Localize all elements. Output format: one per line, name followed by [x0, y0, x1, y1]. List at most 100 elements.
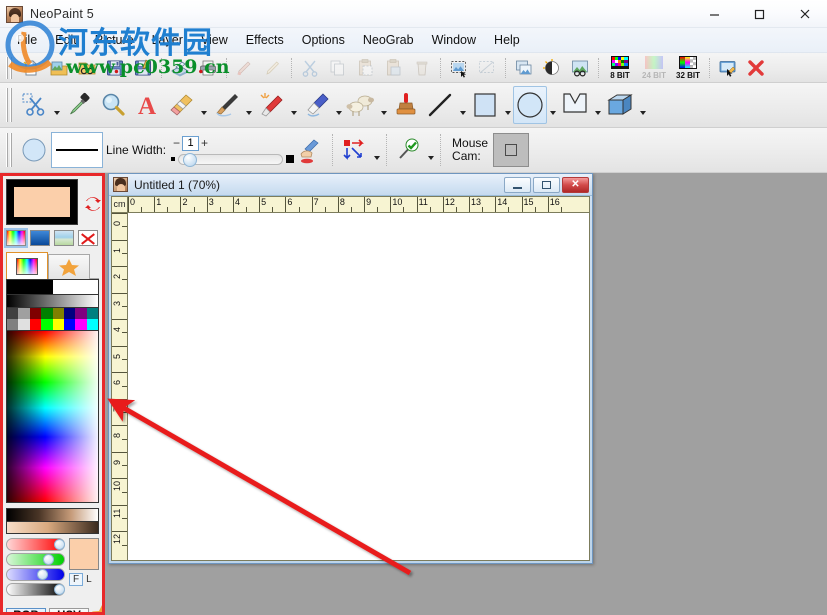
menu-window[interactable]: Window — [423, 30, 485, 51]
ellipse-tool-icon[interactable] — [513, 86, 547, 124]
menu-file[interactable]: File — [8, 30, 46, 51]
line-width-spinner[interactable]: − 1 + — [171, 135, 294, 151]
foreground-toggle[interactable]: F — [69, 573, 84, 586]
save-icon[interactable] — [101, 55, 129, 81]
line-width-decrement[interactable]: − — [171, 136, 182, 150]
shade-ramp-light[interactable] — [6, 508, 99, 522]
32bit-color-icon[interactable]: 32 BIT — [671, 55, 705, 81]
tab-favorites[interactable] — [48, 254, 90, 279]
menu-help[interactable]: Help — [485, 30, 529, 51]
document-close-button[interactable]: ✕ — [562, 176, 589, 193]
line-tool-icon[interactable] — [423, 86, 457, 124]
line-style-preview[interactable] — [51, 132, 103, 168]
chevron-down-icon[interactable] — [592, 86, 603, 124]
tab-color-picker[interactable] — [6, 252, 48, 279]
document-titlebar[interactable]: Untitled 1 (70%) ✕ — [109, 174, 592, 196]
brightness-contrast-icon[interactable] — [538, 55, 566, 81]
paint-roller-icon[interactable] — [299, 86, 333, 124]
menu-layer[interactable]: Layer — [143, 30, 192, 51]
swap-colors-icon[interactable] — [84, 195, 102, 217]
menu-edit[interactable]: Edit — [46, 30, 86, 51]
print-icon[interactable] — [194, 55, 222, 81]
minimize-button[interactable] — [692, 0, 737, 28]
paintbrush-icon[interactable] — [209, 86, 243, 124]
fill-mode-none[interactable] — [78, 230, 98, 246]
polygon-tool-icon[interactable] — [558, 86, 592, 124]
paste-icon[interactable] — [352, 55, 380, 81]
line-width-increment[interactable]: + — [199, 136, 210, 150]
palette-swatch-0-2[interactable] — [29, 308, 42, 319]
menu-effects[interactable]: Effects — [237, 30, 293, 51]
palette-swatch-0-0[interactable] — [7, 308, 19, 319]
menu-picture[interactable]: Picture — [86, 30, 143, 51]
screen-capture-icon[interactable] — [714, 55, 742, 81]
chevron-down-icon[interactable] — [637, 86, 648, 124]
magnifier-zoom-icon[interactable] — [96, 86, 130, 124]
palette-swatch-0-7[interactable] — [86, 308, 98, 319]
open-image-icon[interactable] — [45, 55, 73, 81]
eraser-icon[interactable] — [164, 86, 198, 124]
new-document-icon[interactable] — [17, 55, 45, 81]
color-spectrum-field[interactable] — [6, 331, 99, 503]
chevron-down-icon[interactable] — [457, 86, 468, 124]
copy-icon[interactable] — [324, 55, 352, 81]
24bit-color-icon[interactable]: 24 BIT — [637, 55, 671, 81]
fill-mode-gradient[interactable] — [4, 228, 28, 248]
grayscale-ramp[interactable] — [6, 295, 99, 308]
palette-swatch-0-4[interactable] — [52, 308, 64, 319]
chevron-down-icon[interactable] — [288, 86, 299, 124]
menu-view[interactable]: View — [192, 30, 237, 51]
mouse-cam-preview[interactable] — [493, 133, 530, 167]
close-button[interactable] — [782, 0, 827, 28]
palette-swatch-1-4[interactable] — [52, 319, 64, 330]
black-swatch[interactable] — [7, 280, 53, 294]
chevron-down-icon[interactable] — [371, 131, 382, 169]
close-red-x-icon[interactable] — [742, 55, 770, 81]
fill-mode-texture[interactable] — [54, 230, 74, 246]
duplicate-image-icon[interactable] — [510, 55, 538, 81]
palette-swatch-1-6[interactable] — [75, 319, 87, 330]
menu-neograb[interactable]: NeoGrab — [354, 30, 423, 51]
color-mode-hsv[interactable]: HSV — [49, 607, 89, 612]
cube-3d-tool-icon[interactable] — [603, 86, 637, 124]
preview-image-icon[interactable] — [566, 55, 594, 81]
palette-swatch-1-7[interactable] — [86, 319, 98, 330]
chevron-down-icon[interactable] — [547, 86, 558, 124]
slider-blue[interactable] — [6, 568, 65, 581]
black-white-bar[interactable] — [6, 279, 99, 295]
chevron-down-icon[interactable] — [502, 86, 513, 124]
scanner-icon[interactable] — [166, 55, 194, 81]
fill-mode-solid[interactable] — [30, 230, 50, 246]
transform-move-icon[interactable] — [337, 131, 371, 169]
palette-swatch-0-5[interactable] — [63, 308, 76, 319]
active-color-swatch[interactable] — [6, 179, 78, 225]
chevron-down-icon[interactable] — [198, 86, 209, 124]
toolbar-grip[interactable] — [5, 56, 14, 79]
document-minimize-button[interactable] — [504, 176, 531, 193]
toolbar-grip[interactable] — [5, 88, 14, 122]
image-canvas[interactable] — [128, 213, 590, 561]
stamp-icon[interactable] — [389, 86, 423, 124]
document-window[interactable]: Untitled 1 (70%) ✕ cm 0 1 2 3 4 5 6 7 8 9 10 11 12 13… — [108, 173, 593, 564]
add-favorite-star-icon[interactable] — [92, 602, 102, 612]
document-maximize-button[interactable] — [533, 176, 560, 193]
vertical-ruler[interactable]: 0 1 2 3 4 5 6 7 8 9 10 11 12 — [111, 213, 128, 561]
chevron-down-icon[interactable] — [378, 86, 389, 124]
select-scissors-icon[interactable] — [17, 86, 51, 124]
delete-trash-icon[interactable] — [408, 55, 436, 81]
palette-swatch-0-3[interactable] — [41, 308, 53, 319]
rectangle-tool-icon[interactable] — [468, 86, 502, 124]
menu-options[interactable]: Options — [293, 30, 354, 51]
8bit-color-icon[interactable]: 8 BIT — [603, 55, 637, 81]
palette-swatch-1-3[interactable] — [41, 319, 53, 330]
shade-ramp-dark[interactable] — [6, 522, 99, 534]
deselect-icon[interactable] — [473, 55, 501, 81]
redo-icon[interactable] — [259, 55, 287, 81]
palette-swatch-1-5[interactable] — [63, 319, 76, 330]
select-all-icon[interactable] — [445, 55, 473, 81]
browse-folder-icon[interactable] — [73, 55, 101, 81]
chevron-down-icon[interactable] — [425, 131, 436, 169]
slider-knob[interactable] — [183, 152, 198, 167]
slider-red[interactable] — [6, 538, 65, 551]
ellipse-preview-icon[interactable] — [17, 131, 51, 169]
